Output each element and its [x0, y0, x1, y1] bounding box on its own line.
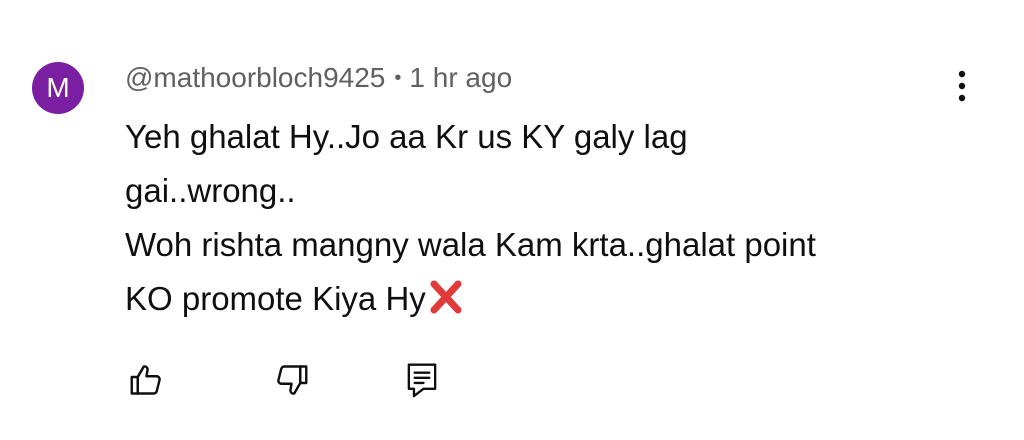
comment-actions [0, 350, 1024, 410]
comment-line-4-wrap: KO promote Kiya Hy [125, 272, 945, 330]
comment-text: Yeh ghalat Hy..Jo aa Kr us KY galy lag g… [125, 110, 945, 330]
thumbs-down-icon [277, 365, 308, 395]
like-button[interactable] [124, 358, 168, 402]
thumbs-up-icon [130, 365, 161, 395]
comment-header: @mathoorbloch9425 • 1 hr ago [125, 60, 512, 96]
comment-line-3: Woh rishta mangny wala Kam krta..ghalat … [125, 226, 816, 263]
more-vertical-icon [958, 70, 966, 102]
author-handle[interactable]: @mathoorbloch9425 [125, 62, 385, 94]
comment-timestamp: 1 hr ago [409, 62, 513, 93]
reply-comment-icon [407, 363, 437, 398]
comment-line-4: KO promote Kiya Hy [125, 280, 426, 317]
dislike-button[interactable] [270, 358, 314, 402]
more-options-button[interactable] [944, 66, 980, 106]
comment-line-2: gai..wrong.. [125, 172, 296, 209]
reply-button[interactable] [400, 358, 444, 402]
comment-line-1: Yeh ghalat Hy..Jo aa Kr us KY galy lag [125, 118, 688, 155]
cross-mark-emoji [428, 276, 464, 330]
meta-separator: • [394, 66, 402, 89]
avatar[interactable]: M [32, 62, 84, 114]
avatar-initial: M [46, 72, 70, 103]
comment-item: M @mathoorbloch9425 • 1 hr ago Yeh ghala… [0, 0, 1024, 440]
